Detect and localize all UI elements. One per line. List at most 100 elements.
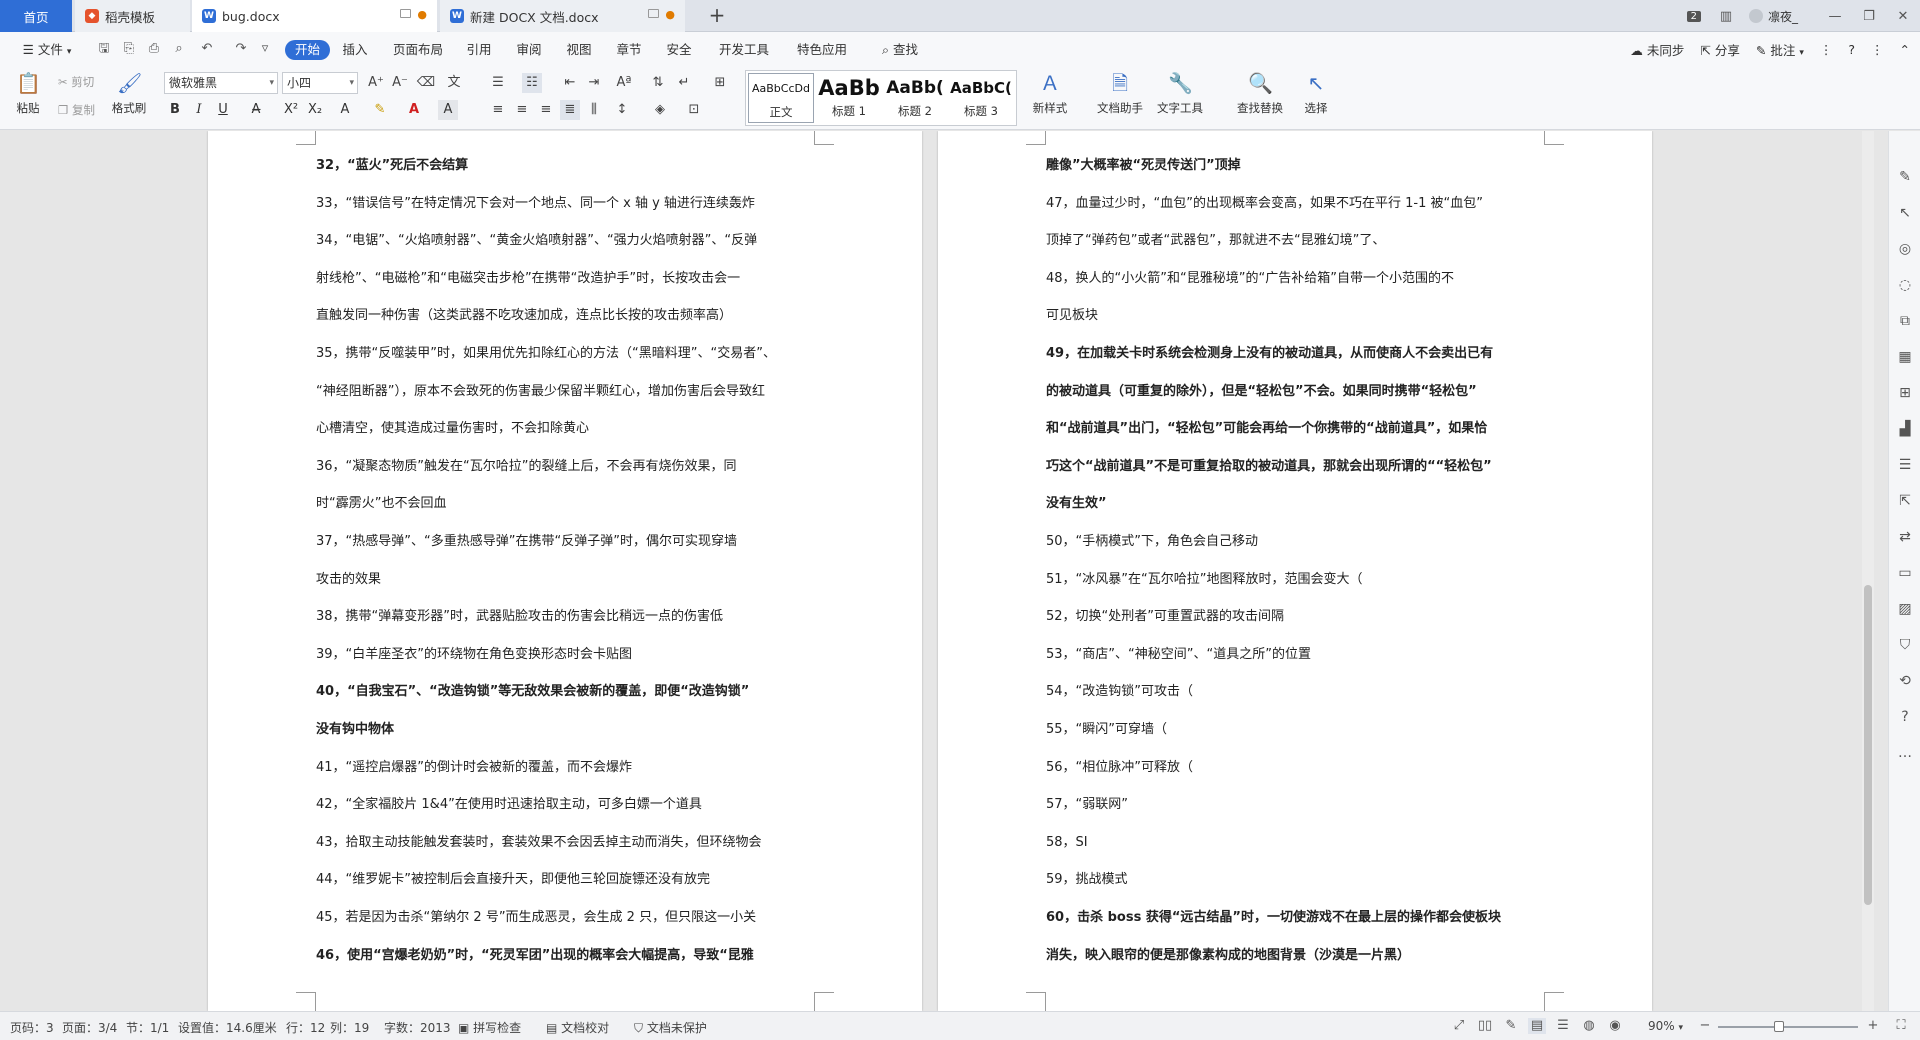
zoom-slider[interactable] xyxy=(1718,1026,1858,1028)
tab-bug-docx[interactable]: W bug.docx ● xyxy=(192,0,437,32)
outline-view-icon[interactable]: ☰ xyxy=(1554,1018,1572,1034)
user-chip[interactable]: 凛夜_ xyxy=(1748,8,1798,25)
paragraph-line[interactable]: 35，携带“反噬装甲”时，如果用优先扣除红心的方法（“黑暗料理”、“交易者”、 xyxy=(316,335,826,372)
paragraph-line[interactable]: 55，“瞬闪”可穿墙（ xyxy=(1046,711,1556,748)
menu-view[interactable]: 视图 xyxy=(564,40,594,60)
highlight-icon[interactable]: ✎ xyxy=(370,100,390,120)
redo-icon[interactable]: ↷ xyxy=(232,41,250,57)
export-icon[interactable]: ⎘ xyxy=(120,41,138,57)
more-icon[interactable]: … xyxy=(1895,743,1915,763)
paragraph-line[interactable]: 39，“白羊座圣衣”的环绕物在角色变换形态时会卡贴图 xyxy=(316,636,826,673)
paragraph-line[interactable]: 巧这个“战前道具”不是可重复拾取的被动道具，那就会出现所谓的““轻松包” xyxy=(1046,448,1556,485)
help-icon[interactable]: ? xyxy=(1848,42,1855,57)
page-view-icon[interactable]: ▤ xyxy=(1528,1018,1546,1034)
zoom-out-icon[interactable]: − xyxy=(1696,1018,1714,1034)
align-center-icon[interactable]: ≡ xyxy=(512,100,532,120)
borders-icon[interactable]: ⊡ xyxy=(684,100,704,120)
paragraph-line[interactable]: 36，“凝聚态物质”触发在“瓦尔哈拉”的裂缝上后，不会再有烧伤效果，同 xyxy=(316,448,826,485)
status-setting[interactable]: 设置值：14.6厘米 xyxy=(178,1019,277,1036)
new-style-button[interactable]: Ａ 新样式 xyxy=(1028,70,1072,116)
paragraph-line[interactable]: 直触发同一种伤害（这类武器不吃攻速加成，连点比长按的攻击频率高） xyxy=(316,297,826,334)
focus-mode-icon[interactable]: ⤢ xyxy=(1450,1018,1468,1034)
distribute-icon[interactable]: ⫼ xyxy=(584,100,604,120)
menu-chapter[interactable]: 章节 xyxy=(614,40,644,60)
bold-button[interactable]: B xyxy=(165,100,185,120)
menu-security[interactable]: 安全 xyxy=(664,40,694,60)
collapse-ribbon-icon[interactable]: ⌃ xyxy=(1900,42,1910,57)
spellcheck-button[interactable]: ▣ 拼写检查 xyxy=(458,1019,521,1036)
paragraph-line[interactable]: 和“战前道具”出门，“轻松包”可能会再给一个你携带的“战前道具”，如果恰 xyxy=(1046,410,1556,447)
window-count-badge[interactable]: 2 xyxy=(1686,10,1701,22)
style-heading-3[interactable]: AaBbC( 标题 3 xyxy=(948,73,1014,123)
paragraph-line[interactable]: “神经阻断器”），原本不会致死的伤害最少保留半颗红心，增加伤害后会导致红 xyxy=(316,373,826,410)
table-icon[interactable]: ▦ xyxy=(1895,347,1915,367)
show-marks-icon[interactable]: ↵ xyxy=(674,73,694,93)
web-view-icon[interactable]: ◍ xyxy=(1580,1018,1598,1034)
copy-button[interactable]: ❐ 复制 xyxy=(58,102,95,118)
status-col[interactable]: 列：19 xyxy=(330,1019,369,1036)
export-icon[interactable]: ⇱ xyxy=(1895,491,1915,511)
paragraph-line[interactable]: 33，“错误信号”在特定情况下会对一个地点、同一个 x 轴 y 轴进行连续轰炸 xyxy=(316,185,826,222)
status-word-count[interactable]: 字数：2013 xyxy=(384,1019,451,1036)
paragraph-line[interactable]: 顶掉了“弹药包”或者“武器包”，那就进不去“昆雅幻境”了、 xyxy=(1046,222,1556,259)
menu-features[interactable]: 特色应用 xyxy=(794,40,850,60)
tab-restore-icon[interactable] xyxy=(648,9,659,18)
page-right[interactable]: 雕像”大概率被“死灵传送门”顶掉 47，血量过少时，“血包”的出现概率会变高，如果… xyxy=(938,131,1652,1011)
sync-button[interactable]: ☁ 未同步 xyxy=(1630,40,1684,59)
paragraph-line[interactable]: 57，“弱联网” xyxy=(1046,786,1556,823)
shapes-icon[interactable]: ◌ xyxy=(1895,275,1915,295)
document-canvas[interactable]: 32，“蓝火”死后不会结算 33，“错误信号”在特定情况下会对一个地点、同一个 x… xyxy=(0,131,1888,1011)
tab-restore-icon[interactable] xyxy=(400,9,411,18)
justify-icon[interactable]: ≣ xyxy=(560,100,580,120)
write-mode-icon[interactable]: ✎ xyxy=(1502,1018,1520,1034)
more-vertical-icon[interactable]: ⋮ xyxy=(1871,42,1884,57)
align-right-icon[interactable]: ≡ xyxy=(536,100,556,120)
paragraph-line[interactable]: 攻击的效果 xyxy=(316,561,826,598)
italic-button[interactable]: I xyxy=(189,100,209,120)
vertical-scrollbar[interactable] xyxy=(1862,131,1874,1011)
align-left-icon[interactable]: ≡ xyxy=(488,100,508,120)
format-painter-button[interactable]: 🖌 格式刷 xyxy=(108,70,150,116)
paragraph-line[interactable]: 45，若是因为击杀“第纳尔 2 号”而生成恶灵，会生成 2 只，但只限这一小关 xyxy=(316,899,826,936)
font-size-select[interactable]: 小四 ▾ xyxy=(282,72,358,94)
more-icon[interactable]: ⋮ xyxy=(1820,42,1833,57)
paragraph-line[interactable]: 47，血量过少时，“血包”的出现概率会变高，如果不巧在平行 1-1 被“血包” xyxy=(1046,185,1556,222)
sliders-icon[interactable]: ☰ xyxy=(1895,455,1915,475)
text-effect-button[interactable]: A xyxy=(335,100,355,120)
pen-icon[interactable]: ✎ xyxy=(1895,167,1915,187)
menu-search[interactable]: ⌕ 查找 xyxy=(870,40,930,60)
box-icon[interactable]: ▭ xyxy=(1895,563,1915,583)
customize-icon[interactable]: ▿ xyxy=(256,41,274,57)
find-replace-button[interactable]: 🔍 查找替换 xyxy=(1232,70,1288,116)
grid-icon[interactable]: ⊞ xyxy=(1895,383,1915,403)
table-border-icon[interactable]: ⊞ xyxy=(710,73,730,93)
shrink-font-icon[interactable]: A⁻ xyxy=(390,73,410,93)
paragraph-line[interactable]: 46，使用“宫爆老奶奶”时，“死灵军团”出现的概率会大幅提高，导致“昆雅 xyxy=(316,937,826,974)
menu-page-layout[interactable]: 页面布局 xyxy=(392,40,444,60)
status-pages[interactable]: 页面：3/4 xyxy=(62,1019,117,1036)
print-preview-icon[interactable]: ⌕ xyxy=(170,41,188,57)
paragraph-line[interactable]: 心槽清空，使其造成过量伤害时，不会扣除黄心 xyxy=(316,410,826,447)
comment-button[interactable]: ✎ 批注 ▾ xyxy=(1756,40,1804,59)
add-tab-button[interactable]: + xyxy=(705,4,729,28)
menu-developer[interactable]: 开发工具 xyxy=(716,40,772,60)
paste-button[interactable]: 📋 粘贴 xyxy=(10,70,46,116)
shading-icon[interactable]: ◈ xyxy=(650,100,670,120)
paragraph-line[interactable]: 37，“热感导弹”、“多重热感导弹”在携带“反弹子弹”时，偶尔可实现穿墙 xyxy=(316,523,826,560)
paragraph-line[interactable]: 32，“蓝火”死后不会结算 xyxy=(316,147,826,184)
restore-button[interactable]: ❐ xyxy=(1852,9,1886,24)
paragraph-line[interactable]: 44，“维罗妮卡”被控制后会直接升天，即便他三轮回旋镖还没有放完 xyxy=(316,861,826,898)
style-heading-2[interactable]: AaBb( 标题 2 xyxy=(882,73,948,123)
fullscreen-icon[interactable]: ⛶ xyxy=(1892,1018,1910,1034)
save-icon[interactable]: 🖫 xyxy=(95,41,113,57)
style-heading-1[interactable]: AaBb 标题 1 xyxy=(816,73,882,123)
zoom-slider-knob[interactable] xyxy=(1774,1021,1784,1032)
select-button[interactable]: ↖ 选择 xyxy=(1298,70,1334,116)
paragraph-line[interactable]: 可见板块 xyxy=(1046,297,1556,334)
paragraph-line[interactable]: 42，“全家福胶片 1&4”在使用时迅速拾取主动，可多白嫖一个道具 xyxy=(316,786,826,823)
paragraph-line[interactable]: 58，SI xyxy=(1046,824,1556,861)
cut-button[interactable]: ✂ 剪切 xyxy=(58,74,94,90)
share-button[interactable]: ⇱ 分享 xyxy=(1700,40,1739,59)
read-mode-icon[interactable]: ▯▯ xyxy=(1476,1018,1494,1034)
paragraph-line[interactable]: 41，“遥控启爆器”的倒计时会被新的覆盖，而不会爆炸 xyxy=(316,749,826,786)
